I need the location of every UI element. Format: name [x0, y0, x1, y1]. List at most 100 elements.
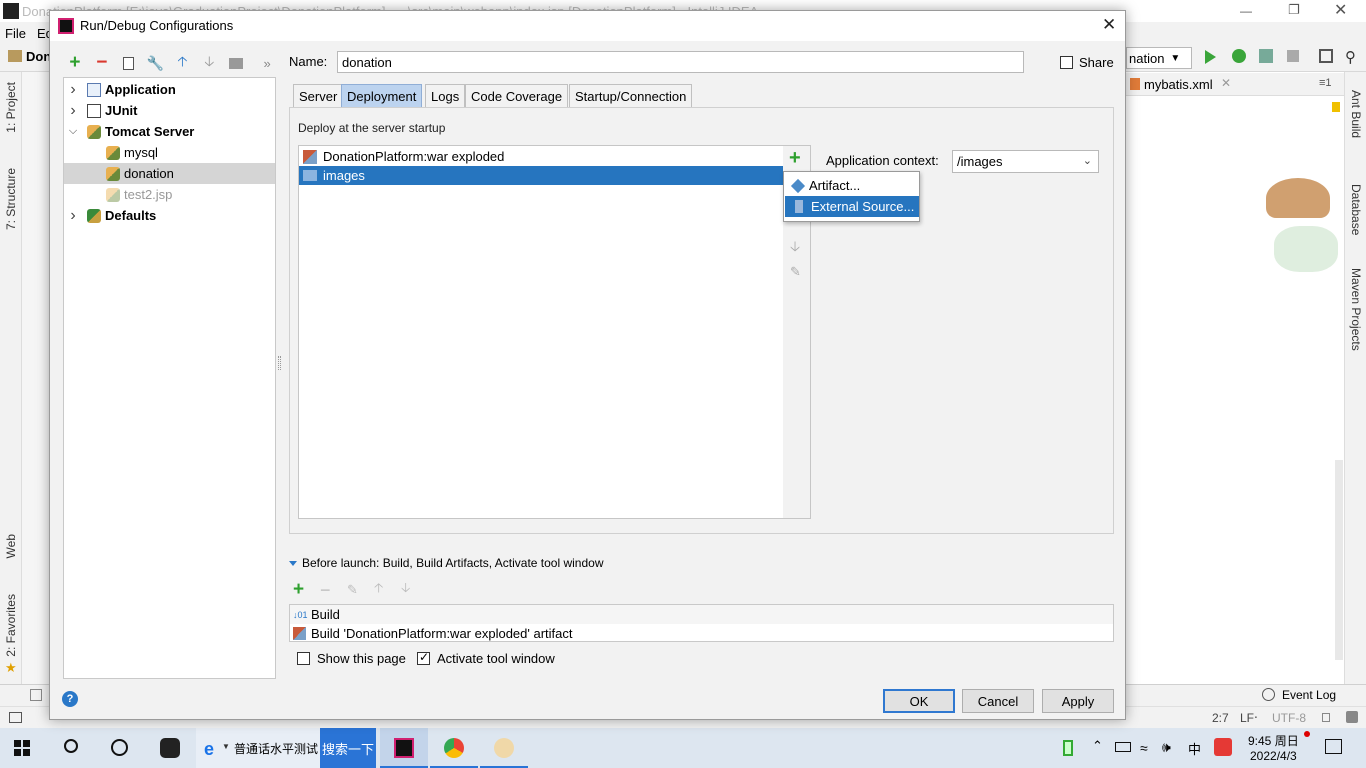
- folder-icon[interactable]: [227, 54, 245, 72]
- help-icon[interactable]: ?: [62, 691, 78, 707]
- activate-tool-checkbox-box[interactable]: ✓: [417, 650, 430, 665]
- wrench-icon[interactable]: 🔧: [147, 54, 165, 72]
- coverage-icon[interactable]: [1259, 49, 1273, 63]
- status-position[interactable]: 2:7: [1212, 711, 1229, 725]
- menu-file[interactable]: File: [5, 26, 26, 41]
- close-tab-icon[interactable]: ✕: [1221, 76, 1231, 90]
- app-context-combo[interactable]: /images ⌄: [952, 150, 1099, 173]
- toggle-panel-icon[interactable]: [9, 712, 22, 723]
- windows-start-icon[interactable]: [14, 740, 30, 756]
- event-log[interactable]: Event Log: [1282, 688, 1336, 702]
- project-breadcrumb[interactable]: Don: [26, 49, 51, 64]
- splitter-handle[interactable]: [278, 356, 281, 370]
- tab-list-icon[interactable]: ≡1: [1319, 77, 1332, 89]
- taskbar-search-button[interactable]: 搜索一下: [320, 728, 376, 768]
- list-item[interactable]: Build 'DonationPlatform:war exploded' ar…: [290, 624, 1113, 643]
- tree-item[interactable]: › Application: [64, 79, 275, 100]
- clock-time[interactable]: 9:45 周日: [1248, 732, 1299, 749]
- debug-icon[interactable]: [1232, 49, 1246, 63]
- editor-scrollbar[interactable]: [1335, 460, 1343, 660]
- tool-maven[interactable]: Maven Projects: [1349, 268, 1363, 351]
- battery-icon[interactable]: [1115, 742, 1131, 752]
- minimize-icon[interactable]: —: [1240, 4, 1260, 18]
- edit-pencil-icon[interactable]: ✎: [790, 264, 801, 280]
- apply-button[interactable]: Apply: [1042, 689, 1114, 713]
- close-window-icon[interactable]: ✕: [1334, 0, 1354, 20]
- restore-icon[interactable]: ❐: [1288, 2, 1308, 18]
- tree-item[interactable]: › JUnit: [64, 100, 275, 121]
- show-page-checkbox[interactable]: Show this page: [297, 651, 406, 666]
- taskbar-intellij[interactable]: [380, 728, 428, 768]
- sogou-icon[interactable]: [1214, 738, 1232, 756]
- list-item[interactable]: images: [299, 166, 783, 185]
- chevron-right-icon[interactable]: ›: [67, 207, 79, 225]
- tool-window-icon[interactable]: [30, 689, 42, 701]
- ie-search-box[interactable]: e ▼ 普通话水平测试: [196, 728, 320, 768]
- taskbar-paint[interactable]: [480, 728, 528, 768]
- chevron-up-icon[interactable]: ⌃: [1092, 738, 1103, 754]
- popup-item-external-source[interactable]: External Source...: [785, 196, 919, 217]
- move-down-icon[interactable]: 🡣: [790, 236, 800, 260]
- tree-item[interactable]: donation: [64, 163, 275, 184]
- share-checkbox-box[interactable]: [1060, 56, 1073, 69]
- edit-task-icon[interactable]: ✎: [347, 582, 363, 598]
- tool-project[interactable]: 1: Project: [4, 82, 18, 133]
- run-config-combo[interactable]: nation ▼: [1126, 47, 1192, 69]
- tool-structure[interactable]: 7: Structure: [4, 168, 18, 230]
- add-config-icon[interactable]: +: [66, 52, 84, 73]
- wifi-icon[interactable]: ≈: [1140, 740, 1148, 756]
- taskbar-chrome[interactable]: [430, 728, 478, 768]
- tree-item[interactable]: test2.jsp: [64, 184, 275, 205]
- project-structure-icon[interactable]: [1319, 49, 1333, 63]
- run-icon[interactable]: [1205, 50, 1216, 64]
- status-line-separator[interactable]: LF‧: [1240, 711, 1258, 725]
- add-deploy-icon[interactable]: +: [789, 148, 801, 168]
- copy-config-icon[interactable]: [120, 54, 138, 72]
- tab-code-coverage[interactable]: Code Coverage: [465, 84, 569, 108]
- tab-deployment[interactable]: Deployment: [341, 84, 423, 108]
- tool-database[interactable]: Database: [1349, 184, 1363, 235]
- add-task-icon[interactable]: +: [293, 579, 309, 601]
- cancel-button[interactable]: Cancel: [962, 689, 1034, 713]
- move-up-icon[interactable]: 🡡: [374, 579, 390, 601]
- app-launcher-icon[interactable]: [160, 738, 180, 758]
- action-center-icon[interactable]: [1325, 739, 1342, 754]
- lock-icon[interactable]: [1322, 713, 1330, 722]
- tool-favorites[interactable]: 2: Favorites: [4, 594, 18, 657]
- chevron-right-icon[interactable]: ›: [67, 81, 79, 99]
- status-encoding[interactable]: UTF-8: [1272, 711, 1306, 725]
- move-down-icon[interactable]: 🡣: [401, 579, 417, 601]
- remove-config-icon[interactable]: −: [93, 52, 111, 73]
- ime-indicator[interactable]: 中: [1188, 739, 1201, 758]
- usb-icon[interactable]: [1063, 740, 1073, 756]
- config-tree[interactable]: › Application › JUnit ⌵ Tomcat Server mysql don…: [63, 77, 276, 679]
- tree-item[interactable]: ⌵ Tomcat Server: [64, 121, 275, 142]
- chevron-down-icon[interactable]: ⌵: [67, 125, 79, 138]
- editor-tab-mybatis[interactable]: mybatis.xml: [1144, 77, 1213, 92]
- close-icon[interactable]: ✕: [1102, 15, 1116, 35]
- ok-button[interactable]: OK: [883, 689, 955, 713]
- list-item[interactable]: ↓01 Build: [290, 605, 1113, 624]
- before-launch-header[interactable]: Before launch: Build, Build Artifacts, A…: [289, 556, 604, 570]
- chevron-right-icon[interactable]: ›: [67, 102, 79, 120]
- stop-icon[interactable]: [1287, 50, 1299, 62]
- inspector-icon[interactable]: [1346, 711, 1358, 723]
- tab-server[interactable]: Server: [293, 84, 344, 108]
- search-icon[interactable]: ⚲: [1345, 48, 1356, 66]
- activate-tool-checkbox[interactable]: ✓ Activate tool window: [417, 650, 555, 666]
- tool-web[interactable]: Web: [4, 534, 18, 558]
- list-item[interactable]: DonationPlatform:war exploded: [299, 147, 783, 166]
- more-icon[interactable]: »: [258, 54, 276, 72]
- before-launch-list[interactable]: ↓01 Build Build 'DonationPlatform:war ex…: [289, 604, 1114, 642]
- tab-startup-connection[interactable]: Startup/Connection: [569, 84, 693, 108]
- move-up-icon[interactable]: 🡡: [174, 53, 192, 72]
- search-icon[interactable]: [64, 739, 78, 753]
- show-page-checkbox-box[interactable]: [297, 652, 310, 665]
- share-checkbox[interactable]: Share: [1060, 55, 1114, 70]
- deploy-list[interactable]: DonationPlatform:war exploded images: [298, 145, 784, 519]
- cortana-icon[interactable]: [111, 739, 128, 756]
- tab-logs[interactable]: Logs: [425, 84, 466, 108]
- name-field[interactable]: donation: [337, 51, 1024, 73]
- tree-item[interactable]: mysql: [64, 142, 275, 163]
- remove-task-icon[interactable]: −: [320, 580, 336, 601]
